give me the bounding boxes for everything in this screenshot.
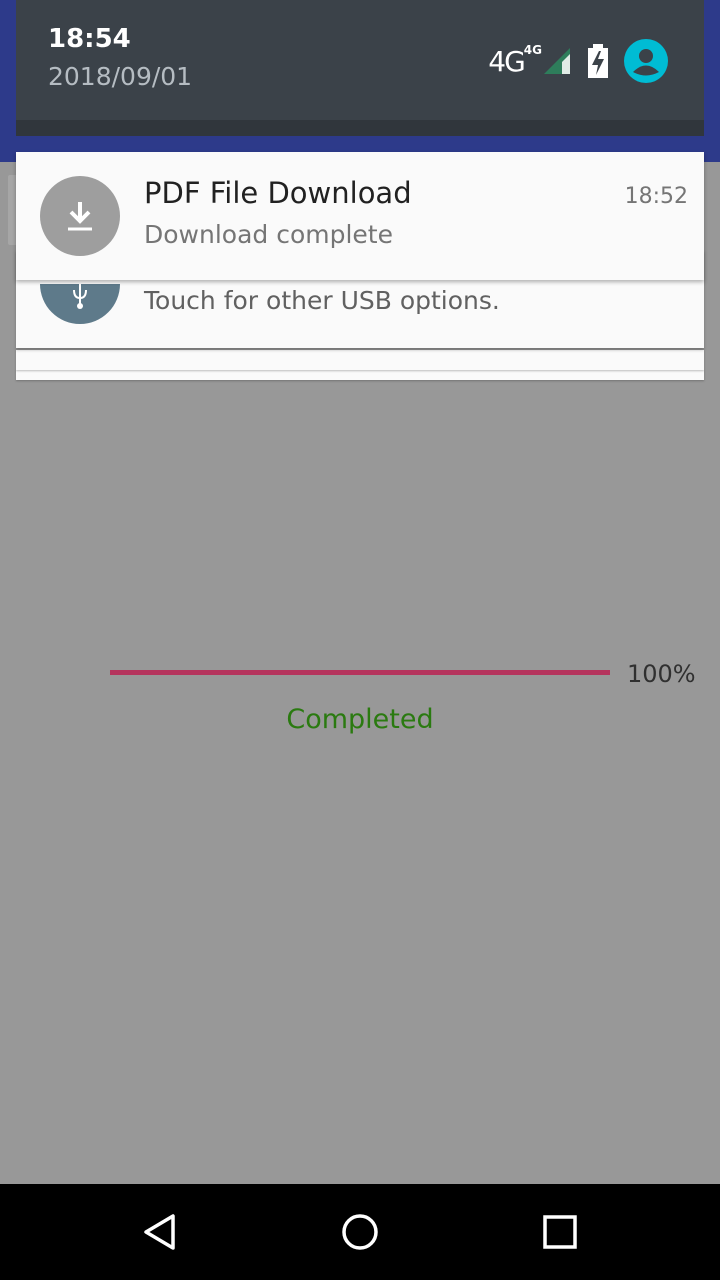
shade-divider	[16, 120, 704, 136]
download-progress-bar	[110, 670, 610, 675]
notification-text: Download complete	[144, 220, 393, 249]
progress-fill	[110, 670, 610, 675]
notification-stack-edge[interactable]	[16, 370, 704, 380]
back-icon[interactable]	[112, 1184, 208, 1280]
network-sub: 4G	[523, 43, 542, 58]
account-icon[interactable]	[624, 39, 668, 83]
battery-charging-icon	[588, 44, 608, 78]
download-notification[interactable]: PDF File Download Download complete 18:5…	[16, 152, 704, 280]
download-icon	[40, 176, 120, 256]
recents-icon[interactable]	[512, 1184, 608, 1280]
date: 2018/09/01	[48, 62, 193, 91]
notification-shade-header: 18:54 2018/09/01 4G4G	[16, 0, 704, 120]
home-icon[interactable]	[312, 1184, 408, 1280]
clock: 18:54	[48, 24, 131, 54]
usb-icon	[40, 284, 120, 324]
signal-icon	[544, 48, 570, 74]
network-indicator: 4G4G	[488, 43, 542, 78]
notification-time: 18:52	[624, 184, 688, 209]
progress-percent: 100%	[627, 660, 696, 688]
notification-stack-edge[interactable]	[16, 350, 704, 370]
status-icons: 4G4G	[488, 36, 668, 86]
progress-status: Completed	[286, 704, 434, 735]
usb-notification-text: Touch for other USB options.	[144, 286, 500, 315]
notification-title: PDF File Download	[144, 176, 412, 210]
network-type: 4G	[488, 44, 525, 78]
navigation-bar	[0, 1184, 720, 1280]
